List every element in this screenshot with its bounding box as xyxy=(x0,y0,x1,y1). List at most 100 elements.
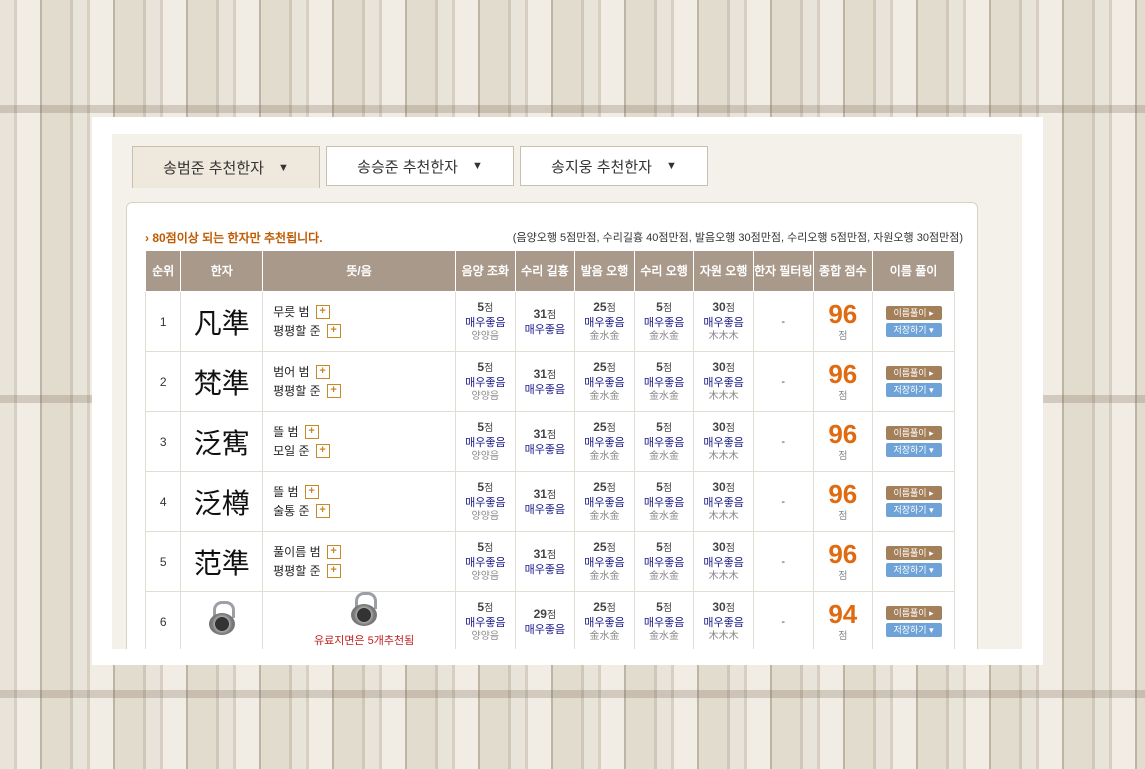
score-unit: 점 xyxy=(725,602,735,614)
score-value: 5 xyxy=(656,299,663,314)
lock-icon[interactable] xyxy=(349,592,379,626)
total-cell: 96 점 xyxy=(812,531,874,592)
grade-label: 매우좋음 xyxy=(524,503,566,516)
plus-icon[interactable]: + xyxy=(315,444,330,459)
interpret-button[interactable]: 이름풀이 ▸ xyxy=(885,486,942,500)
paid-notice[interactable]: 유료지면은 5개추천됨 xyxy=(273,632,455,649)
grade-label: 매우좋음 xyxy=(465,556,506,569)
plus-icon[interactable]: + xyxy=(326,564,341,579)
tab-jiwoong[interactable]: 송지웅 추천한자 ▼ xyxy=(520,146,708,186)
score-detail: 木木木 xyxy=(708,630,739,642)
grade-label: 매우좋음 xyxy=(703,556,744,569)
score-unit: 점 xyxy=(725,482,735,494)
meaning-cell: 뜰 범 + 모일 준 + xyxy=(262,411,457,472)
caret-down-icon: ▼ xyxy=(277,161,289,174)
score-unit: 점 xyxy=(662,422,673,434)
meaning-cell: 무릇 범 + 평평할 준 + xyxy=(262,291,457,352)
score-unit: 점 xyxy=(725,302,735,314)
score-unit: 점 xyxy=(484,602,494,614)
score-cell: 31점 매우좋음 xyxy=(514,291,576,352)
plus-icon[interactable]: + xyxy=(326,324,341,339)
total-unit: 점 xyxy=(838,511,848,522)
score-value: 30 xyxy=(712,419,726,434)
score-unit: 점 xyxy=(484,422,494,434)
score-unit: 점 xyxy=(662,362,673,374)
score-value: 30 xyxy=(712,539,726,554)
meaning-cell: 범어 범 + 평평할 준 + xyxy=(262,351,457,412)
score-detail: 金水金 xyxy=(649,510,680,522)
score-cell: 5점 매우좋음 金水金 xyxy=(633,531,695,592)
meaning-2: 평평할 준 xyxy=(273,383,321,398)
plus-icon[interactable]: + xyxy=(326,384,341,399)
total-score: 96 xyxy=(828,359,858,389)
lock-icon[interactable] xyxy=(207,601,237,635)
score-value: 25 xyxy=(593,599,607,614)
grade-label: 매우좋음 xyxy=(703,496,744,509)
save-button[interactable]: 저장하기 ▾ xyxy=(885,383,942,397)
rank-cell: 5 xyxy=(144,531,182,592)
col-jawon: 자원 오행 xyxy=(693,250,754,292)
tab-seungjun[interactable]: 송승준 추천한자 ▼ xyxy=(326,146,514,186)
save-button[interactable]: 저장하기 ▾ xyxy=(885,563,942,577)
score-unit: 점 xyxy=(606,422,616,434)
interpret-button[interactable]: 이름풀이 ▸ xyxy=(885,426,942,440)
score-cell: 5점 매우좋음 양양음 xyxy=(455,291,516,352)
meaning-1: 뜰 범 xyxy=(273,424,299,439)
meaning-1: 풀이름 범 xyxy=(273,544,321,559)
score-detail: 木木木 xyxy=(708,330,739,342)
score-cell: 31점 매우좋음 xyxy=(514,471,576,532)
score-unit: 점 xyxy=(546,549,557,561)
grade-label: 매우좋음 xyxy=(584,556,625,569)
score-unit: 점 xyxy=(546,609,557,621)
save-button[interactable]: 저장하기 ▾ xyxy=(885,503,942,517)
table-row: 5 范準 풀이름 범 + 평평할 준 +5점 매우좋음 양양음 31점 매우좋음 25점 매우좋음 金水… xyxy=(144,531,955,592)
save-button[interactable]: 저장하기 ▾ xyxy=(885,323,942,337)
save-button[interactable]: 저장하기 ▾ xyxy=(885,623,942,637)
tab-beomjun[interactable]: 송범준 추천한자 ▼ xyxy=(132,146,320,188)
score-cell: 31점 매우좋음 xyxy=(514,351,576,412)
grade-label: 매우좋음 xyxy=(584,376,625,389)
plus-icon[interactable]: + xyxy=(326,545,341,560)
plus-icon[interactable]: + xyxy=(304,425,319,440)
score-unit: 점 xyxy=(546,489,557,501)
plus-icon[interactable]: + xyxy=(304,485,319,500)
score-cell: 25점 매우좋음 金水金 xyxy=(574,531,635,592)
plus-icon[interactable]: + xyxy=(315,305,330,320)
filter-cell: - xyxy=(752,351,814,412)
score-unit: 점 xyxy=(725,542,735,554)
total-score: 96 xyxy=(828,419,858,449)
hanja-cell: 梵準 xyxy=(180,351,264,412)
total-score: 96 xyxy=(828,299,858,329)
col-yinyang: 음양 조화 xyxy=(455,250,516,292)
grade-label: 매우좋음 xyxy=(703,616,744,629)
hanja-cell: 泛寯 xyxy=(180,411,264,472)
score-value: 5 xyxy=(656,599,663,614)
plus-icon[interactable]: + xyxy=(315,504,330,519)
score-unit: 점 xyxy=(662,302,673,314)
score-detail: 양양음 xyxy=(471,510,500,522)
table-row: 2 梵準 범어 범 + 평평할 준 +5점 매우좋음 양양음 31점 매우좋음 25점 매우좋음 金水金… xyxy=(144,351,955,412)
interpret-button[interactable]: 이름풀이 ▸ xyxy=(885,366,942,380)
filter-cell: - xyxy=(752,591,814,649)
score-unit: 점 xyxy=(606,602,616,614)
filter-cell: - xyxy=(752,291,814,352)
caret-down-icon: ▼ xyxy=(665,160,677,172)
score-cell: 5점 매우좋음 金水金 xyxy=(633,471,695,532)
plus-icon[interactable]: + xyxy=(315,365,330,380)
grade-label: 매우좋음 xyxy=(465,376,506,389)
total-unit: 점 xyxy=(838,331,848,342)
score-unit: 점 xyxy=(484,542,494,554)
table-row: 6 유료지면은 5개추천됨 5점 매우좋음 양양음 29점 매우좋음 25점 매우좋음 金水金 5점… xyxy=(144,591,955,649)
interpret-button[interactable]: 이름풀이 ▸ xyxy=(885,546,942,560)
save-button[interactable]: 저장하기 ▾ xyxy=(885,443,942,457)
score-cell: 30점 매우좋음 木木木 xyxy=(693,471,754,532)
interpret-button[interactable]: 이름풀이 ▸ xyxy=(885,306,942,320)
score-value: 30 xyxy=(712,359,726,374)
table-row: 1 凡準 무릇 범 + 평평할 준 +5점 매우좋음 양양음 31점 매우좋음 25점 매우좋음 金水金… xyxy=(144,291,955,352)
interpret-button[interactable]: 이름풀이 ▸ xyxy=(885,606,942,620)
score-unit: 점 xyxy=(606,482,616,494)
score-cell: 5점 매우좋음 金水金 xyxy=(633,411,695,472)
score-detail: 金水金 xyxy=(589,510,620,522)
total-unit: 점 xyxy=(838,391,848,402)
score-cell: 25점 매우좋음 金水金 xyxy=(574,591,635,649)
